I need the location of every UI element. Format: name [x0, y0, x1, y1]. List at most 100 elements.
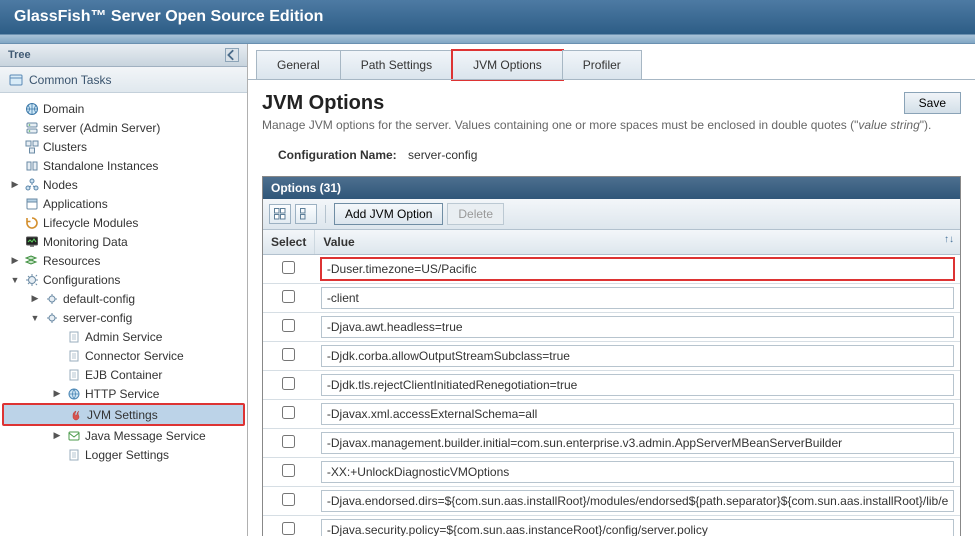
options-table-container: Options (31) Add JVM Option Delete — [262, 176, 961, 536]
option-select-checkbox[interactable] — [282, 522, 295, 535]
jms-icon — [66, 428, 81, 443]
config-name-row: Configuration Name: server-config — [278, 148, 961, 162]
option-row — [263, 254, 960, 283]
chevron-right-icon[interactable]: ▶ — [10, 255, 20, 266]
option-value-input[interactable] — [321, 490, 954, 512]
server-icon — [24, 120, 39, 135]
tree-node-logger-settings[interactable]: Logger Settings — [2, 445, 245, 464]
option-row — [263, 486, 960, 515]
chevron-right-icon[interactable]: ▶ — [30, 293, 40, 304]
chevron-right-icon[interactable]: ▶ — [10, 179, 20, 190]
tree-node-applications[interactable]: Applications — [2, 194, 245, 213]
select-all-icon — [274, 208, 286, 220]
page-icon — [66, 367, 81, 382]
options-toolbar: Add JVM Option Delete — [263, 199, 960, 230]
tree-node-monitoring-data[interactable]: Monitoring Data — [2, 232, 245, 251]
option-select-cell — [263, 254, 315, 283]
option-value-cell — [315, 428, 960, 457]
chevron-left-icon — [226, 49, 238, 61]
tree-node-domain[interactable]: Domain — [2, 99, 245, 118]
option-value-input[interactable] — [321, 403, 954, 425]
tab-jvm-options[interactable]: JVM Options — [452, 50, 563, 80]
tree-node-standalone-instances[interactable]: Standalone Instances — [2, 156, 245, 175]
config-name-value: server-config — [408, 148, 477, 162]
app-header: GlassFish™ Server Open Source Edition — [0, 0, 975, 34]
option-select-checkbox[interactable] — [282, 406, 295, 419]
option-value-input[interactable] — [321, 461, 954, 483]
save-button[interactable]: Save — [904, 92, 961, 114]
tree-node-label: Nodes — [43, 178, 78, 192]
option-select-checkbox[interactable] — [282, 348, 295, 361]
tasks-icon — [8, 72, 23, 87]
option-row — [263, 457, 960, 486]
tree-node-label: Applications — [43, 197, 108, 211]
tree-node-admin-service[interactable]: Admin Service — [2, 327, 245, 346]
deselect-all-icon — [300, 208, 312, 220]
option-select-cell — [263, 283, 315, 312]
option-row — [263, 515, 960, 536]
tree-node-jvm-settings[interactable]: JVM Settings — [2, 403, 245, 426]
chevron-right-icon[interactable]: ▶ — [52, 430, 62, 441]
page-icon — [66, 348, 81, 363]
tree-node-ejb-container[interactable]: EJB Container — [2, 365, 245, 384]
option-value-input[interactable] — [321, 316, 954, 338]
tree-node-configurations[interactable]: ▼Configurations — [2, 270, 245, 289]
option-value-input[interactable] — [321, 345, 954, 367]
page-icon — [66, 447, 81, 462]
option-select-cell — [263, 428, 315, 457]
option-value-cell — [315, 341, 960, 370]
sort-icon[interactable]: ↑↓ — [944, 234, 954, 245]
option-select-checkbox[interactable] — [282, 493, 295, 506]
chevron-down-icon[interactable]: ▼ — [10, 275, 20, 285]
tree-node-label: Monitoring Data — [43, 235, 128, 249]
delete-button[interactable]: Delete — [447, 203, 504, 225]
option-select-cell — [263, 399, 315, 428]
add-jvm-option-button[interactable]: Add JVM Option — [334, 203, 443, 225]
monitor-icon — [24, 234, 39, 249]
tab-bar: GeneralPath SettingsJVM OptionsProfiler — [256, 50, 967, 80]
tab-general[interactable]: General — [256, 50, 341, 80]
tree-node-resources[interactable]: ▶Resources — [2, 251, 245, 270]
tab-profiler[interactable]: Profiler — [562, 50, 642, 80]
option-value-input[interactable] — [321, 374, 954, 396]
tree-node-server-config[interactable]: ▼server-config — [2, 308, 245, 327]
tree-title: Tree — [8, 49, 31, 61]
tree-heading: Common Tasks — [29, 73, 111, 87]
option-select-checkbox[interactable] — [282, 319, 295, 332]
option-select-checkbox[interactable] — [282, 435, 295, 448]
option-select-cell — [263, 486, 315, 515]
standalone-icon — [24, 158, 39, 173]
option-select-checkbox[interactable] — [282, 261, 295, 274]
tree-node-http-service[interactable]: ▶HTTP Service — [2, 384, 245, 403]
tree-collapse-button[interactable] — [225, 48, 239, 62]
option-value-input[interactable] — [321, 258, 954, 280]
http-icon — [66, 386, 81, 401]
tree-heading-row[interactable]: Common Tasks — [0, 67, 247, 93]
deselect-all-button[interactable] — [295, 204, 317, 224]
option-value-cell — [315, 515, 960, 536]
tree-node-label: server (Admin Server) — [43, 121, 160, 135]
option-value-input[interactable] — [321, 287, 954, 309]
col-value[interactable]: Value ↑↓ — [315, 230, 960, 255]
nodes-icon — [24, 177, 39, 192]
option-value-input[interactable] — [321, 519, 954, 536]
apps-icon — [24, 196, 39, 211]
tree-node-default-config[interactable]: ▶default-config — [2, 289, 245, 308]
option-value-input[interactable] — [321, 432, 954, 454]
tab-path-settings[interactable]: Path Settings — [340, 50, 453, 80]
tree-node-connector-service[interactable]: Connector Service — [2, 346, 245, 365]
tree-node-lifecycle-modules[interactable]: Lifecycle Modules — [2, 213, 245, 232]
chevron-right-icon[interactable]: ▶ — [52, 388, 62, 399]
option-select-checkbox[interactable] — [282, 377, 295, 390]
tree-node-nodes[interactable]: ▶ Nodes — [2, 175, 245, 194]
tree-title-bar: Tree — [0, 44, 247, 67]
tree-node-server-admin-server-[interactable]: server (Admin Server) — [2, 118, 245, 137]
col-select[interactable]: Select — [263, 230, 315, 255]
chevron-down-icon[interactable]: ▼ — [30, 313, 40, 323]
select-all-button[interactable] — [269, 204, 291, 224]
tree-node-clusters[interactable]: Clusters — [2, 137, 245, 156]
tree-node-java-message-service[interactable]: ▶Java Message Service — [2, 426, 245, 445]
option-select-checkbox[interactable] — [282, 290, 295, 303]
tree-node-label: Lifecycle Modules — [43, 216, 138, 230]
option-select-checkbox[interactable] — [282, 464, 295, 477]
